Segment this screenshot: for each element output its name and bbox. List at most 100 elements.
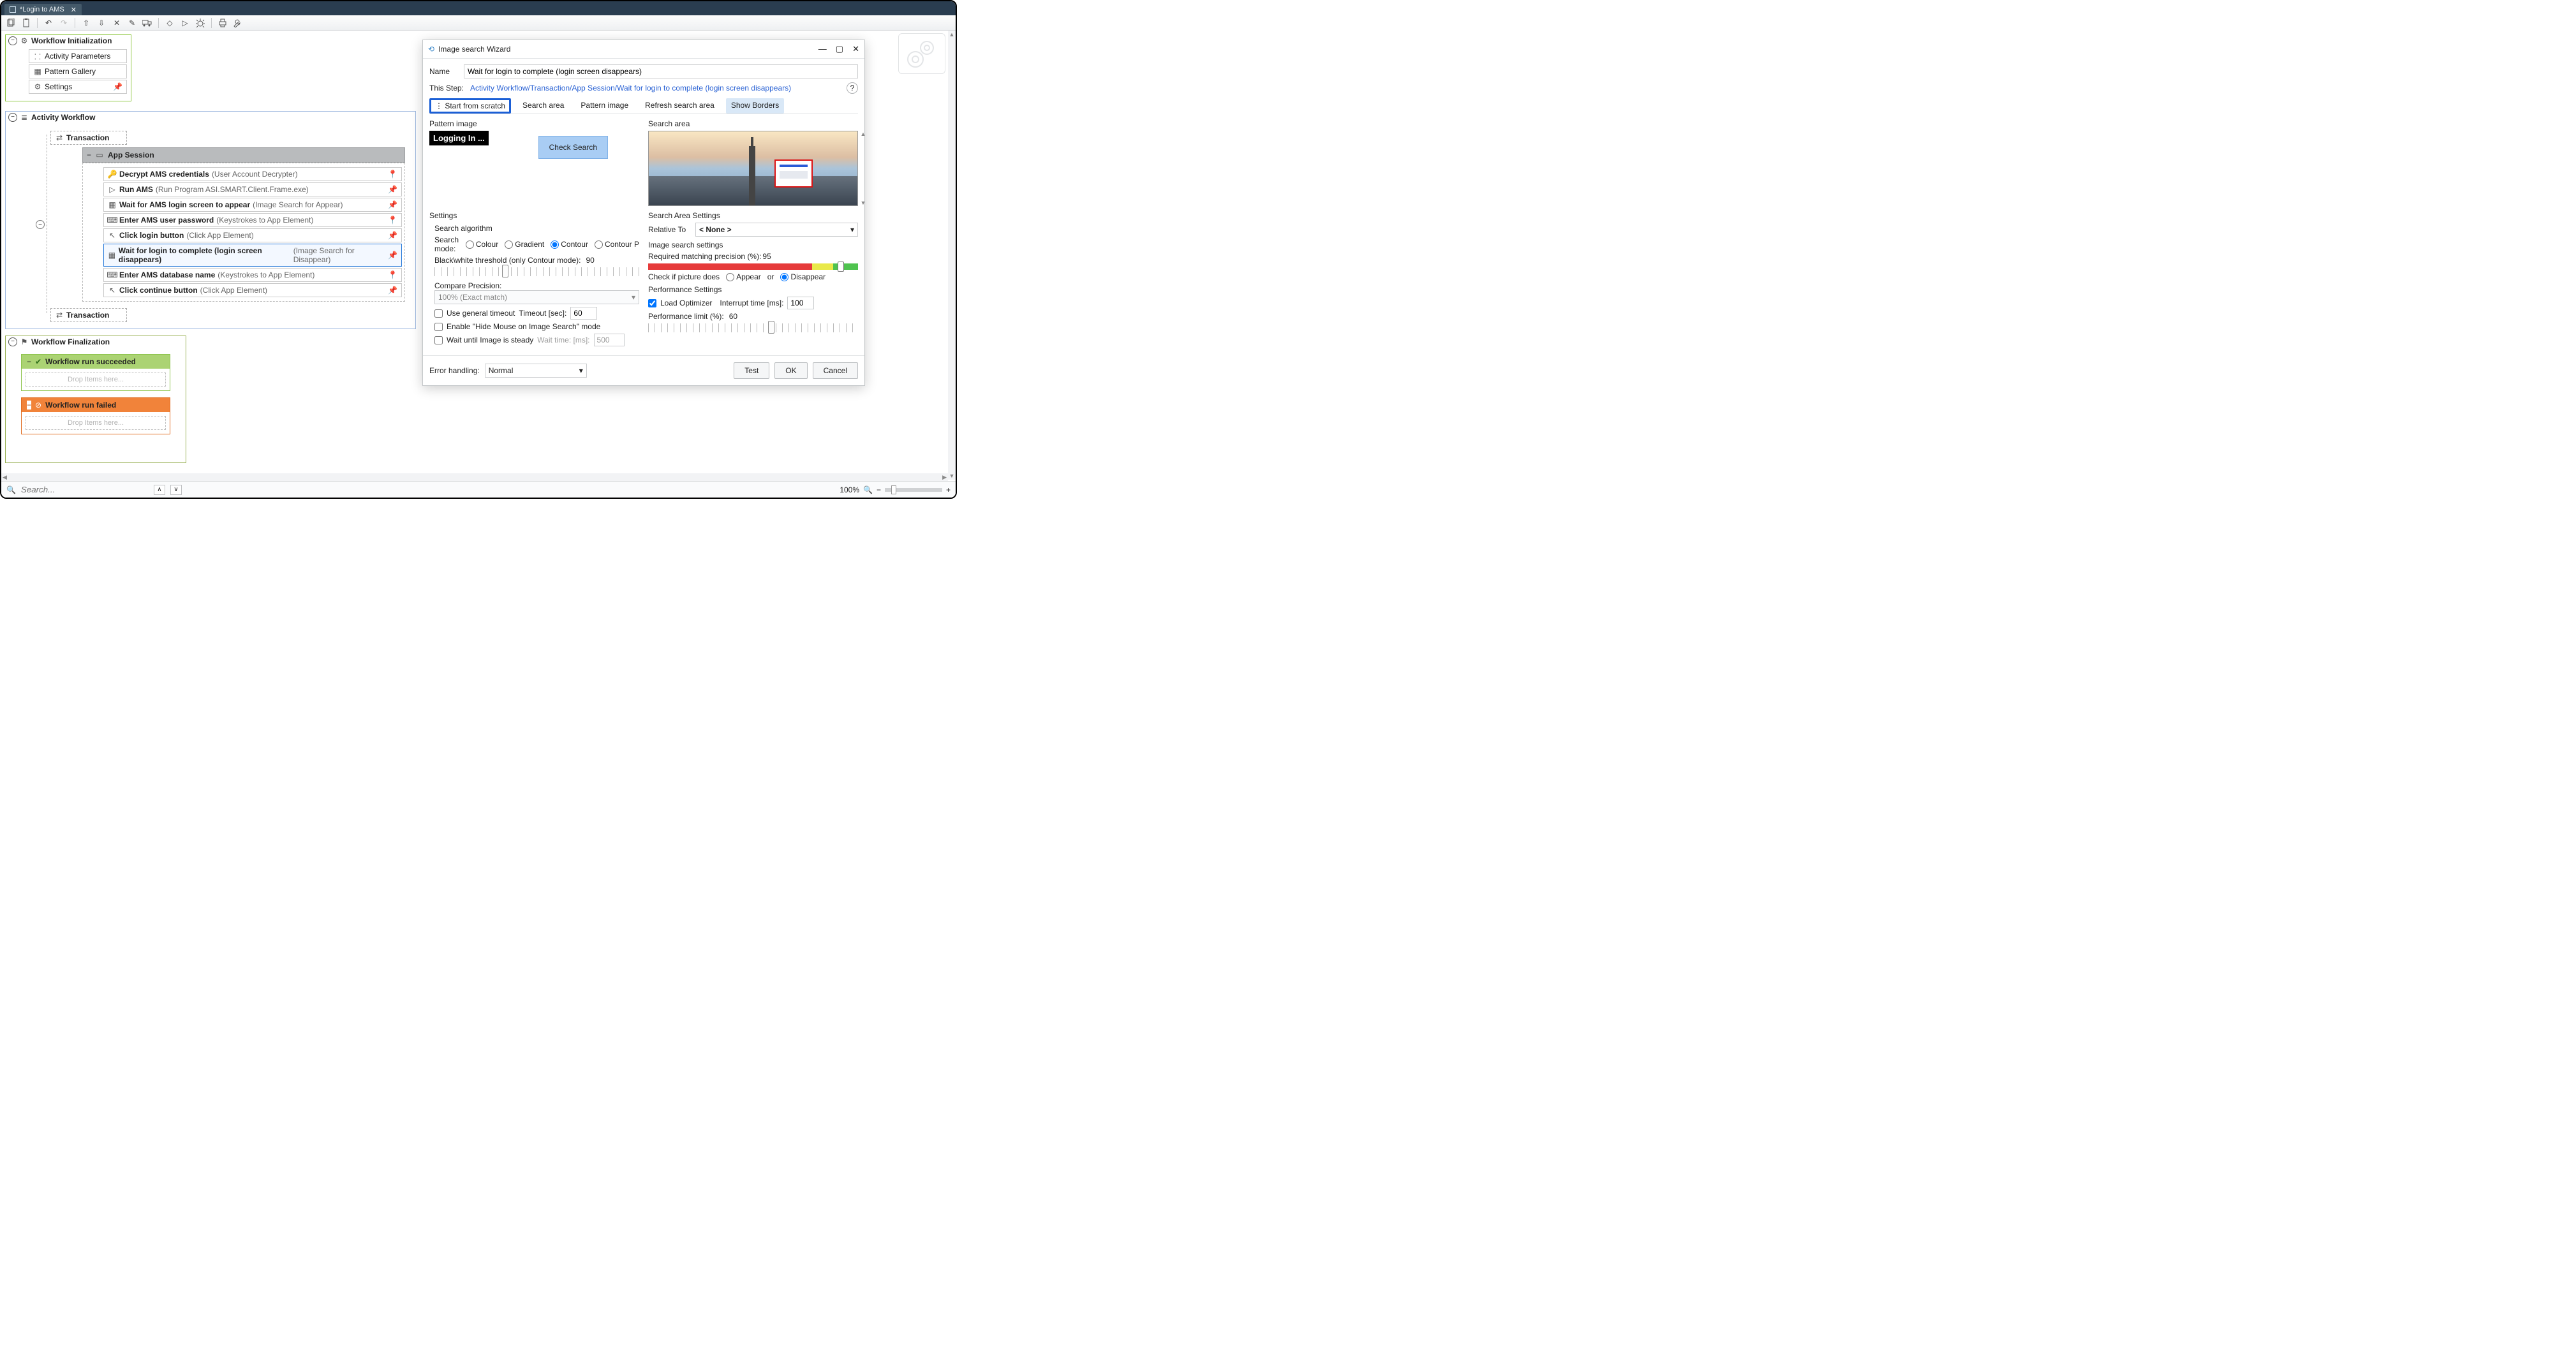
workflow-failed-header[interactable]: − ⊘ Workflow run failed — [22, 398, 170, 412]
drop-zone[interactable]: Drop Items here... — [26, 373, 166, 387]
cancel-button[interactable]: Cancel — [813, 362, 858, 379]
name-input[interactable] — [464, 64, 858, 78]
down-icon[interactable]: ⇩ — [96, 17, 107, 29]
zoom-in-icon[interactable]: + — [946, 485, 951, 494]
delete-icon[interactable]: ✕ — [111, 17, 122, 29]
undo-icon[interactable]: ↶ — [43, 17, 54, 29]
zoom-slider[interactable] — [885, 488, 942, 492]
disappear-radio[interactable]: Disappear — [780, 272, 825, 281]
wait-steady-checkbox[interactable] — [434, 336, 443, 344]
search-next-button[interactable]: ∨ — [170, 485, 182, 495]
pin-icon[interactable]: 📌 — [388, 286, 397, 295]
pattern-gallery-item[interactable]: ▦ Pattern Gallery — [29, 64, 127, 78]
print-icon[interactable] — [217, 17, 228, 29]
collapse-icon[interactable]: − — [8, 113, 17, 122]
pin-icon[interactable]: 📍 — [388, 270, 397, 279]
hide-mouse-checkbox[interactable] — [434, 323, 443, 331]
copy-icon[interactable] — [5, 17, 17, 29]
document-tab[interactable]: *Login to AMS ✕ — [4, 4, 82, 15]
wait-time-input[interactable] — [594, 334, 625, 346]
truck-icon[interactable] — [142, 17, 153, 29]
activity-parameters-item[interactable]: ⸬ Activity Parameters — [29, 49, 127, 63]
timeout-input[interactable] — [570, 307, 597, 320]
canvas-scrollbar-h[interactable]: ◀▶ — [1, 473, 948, 481]
tab-show-borders[interactable]: Show Borders — [726, 98, 784, 114]
required-precision-slider[interactable] — [648, 263, 858, 270]
workflow-step-row[interactable]: ↖Click login button (Click App Element)📌 — [103, 228, 402, 242]
workflow-step-row[interactable]: 🔑Decrypt AMS credentials (User Account D… — [103, 167, 402, 181]
zoom-out-icon[interactable]: − — [877, 485, 881, 494]
minimize-icon[interactable]: — — [818, 44, 827, 54]
bug-icon[interactable] — [195, 17, 206, 29]
error-handling-dropdown[interactable]: Normal▾ — [485, 364, 587, 378]
mode-contour-p[interactable]: Contour P — [595, 240, 639, 249]
connector-dot[interactable]: − — [36, 220, 45, 229]
workflow-final-header[interactable]: − ⚑ Workflow Finalization — [6, 336, 186, 348]
workflow-succeeded-header[interactable]: − ✔ Workflow run succeeded — [22, 355, 170, 369]
play-icon[interactable]: ▷ — [179, 17, 191, 29]
workflow-step-row[interactable]: ⌨Enter AMS database name (Keystrokes to … — [103, 268, 402, 282]
pin-icon[interactable]: 📌 — [388, 251, 397, 260]
transaction-start[interactable]: ⇄ Transaction — [50, 131, 127, 145]
bw-threshold-slider[interactable] — [434, 267, 639, 276]
canvas-scrollbar-v[interactable]: ▲▼ — [948, 31, 956, 480]
workflow-step-row[interactable]: ▦Wait for AMS login screen to appear (Im… — [103, 198, 402, 212]
mode-colour[interactable]: Colour — [466, 240, 498, 249]
collapse-icon[interactable]: − — [27, 357, 31, 366]
redo-icon[interactable]: ↷ — [58, 17, 70, 29]
check-search-button[interactable]: Check Search — [538, 136, 608, 159]
maximize-icon[interactable]: ▢ — [836, 44, 843, 54]
workflow-step-row[interactable]: ↖Click continue button (Click App Elemen… — [103, 283, 402, 297]
workflow-step-row[interactable]: ▦Wait for login to complete (login scree… — [103, 244, 402, 267]
collapse-icon[interactable]: − — [8, 36, 17, 45]
pin-icon[interactable]: 📍 — [388, 216, 397, 225]
collapse-icon[interactable]: − — [27, 401, 31, 410]
step-path-link[interactable]: Activity Workflow/Transaction/App Sessio… — [470, 84, 791, 92]
help-icon[interactable]: ? — [847, 82, 858, 94]
pin-icon[interactable]: 📌 — [388, 185, 397, 194]
tab-close-icon[interactable]: ✕ — [71, 6, 77, 14]
drop-zone[interactable]: Drop Items here... — [26, 416, 166, 430]
app-session-header[interactable]: − ▭ App Session — [82, 147, 405, 163]
zoom-magnifier-icon[interactable]: 🔍 — [863, 485, 873, 494]
search-area-preview[interactable] — [648, 131, 858, 206]
compare-precision-dropdown[interactable]: 100% (Exact match)▾ — [434, 290, 639, 304]
diamond-icon[interactable]: ◇ — [164, 17, 175, 29]
collapse-icon[interactable]: − — [87, 151, 91, 159]
ok-button[interactable]: OK — [774, 362, 807, 379]
appear-radio[interactable]: Appear — [726, 272, 761, 281]
wizard-titlebar[interactable]: ⟲ Image search Wizard — ▢ ✕ — [423, 40, 864, 59]
pin-icon[interactable]: 📌 — [388, 200, 397, 209]
workflow-step-row[interactable]: ⌨Enter AMS user password (Keystrokes to … — [103, 213, 402, 227]
tab-start-from-scratch[interactable]: ⋮ Start from scratch — [429, 98, 511, 114]
mode-contour[interactable]: Contour — [551, 240, 588, 249]
workflow-init-header[interactable]: − ⚙ Workflow Initialization — [6, 35, 131, 47]
test-button[interactable]: Test — [734, 362, 769, 379]
wand-icon[interactable]: ✎ — [126, 17, 138, 29]
mode-gradient[interactable]: Gradient — [505, 240, 544, 249]
tab-pattern-image[interactable]: Pattern image — [575, 98, 633, 114]
settings-item[interactable]: ⚙ Settings 📌 — [29, 80, 127, 94]
load-optimizer-checkbox[interactable] — [648, 299, 656, 307]
performance-limit-slider[interactable] — [648, 323, 858, 332]
search-prev-button[interactable]: ∧ — [154, 485, 165, 495]
collapse-icon[interactable]: − — [8, 337, 17, 346]
pin-icon[interactable]: 📍 — [388, 170, 397, 179]
workflow-step-row[interactable]: ▷Run AMS (Run Program ASI.SMART.Client.F… — [103, 182, 402, 196]
search-area-scrollbar[interactable]: ▲▼ — [859, 131, 867, 206]
paste-icon[interactable] — [20, 17, 32, 29]
use-general-timeout-checkbox[interactable] — [434, 309, 443, 318]
up-icon[interactable]: ⇧ — [80, 17, 92, 29]
activity-workflow-header[interactable]: − ≣ Activity Workflow — [6, 112, 415, 123]
pin-icon[interactable]: 📌 — [388, 231, 397, 240]
wrench-icon[interactable] — [232, 17, 244, 29]
binoculars-icon[interactable]: 🔍 — [6, 485, 16, 494]
search-input[interactable] — [21, 485, 117, 494]
relative-to-dropdown[interactable]: < None >▾ — [695, 223, 858, 237]
tab-refresh-search-area[interactable]: Refresh search area — [640, 98, 720, 114]
interrupt-time-input[interactable] — [787, 297, 814, 309]
tab-search-area[interactable]: Search area — [517, 98, 569, 114]
pin-icon[interactable]: 📌 — [113, 82, 122, 91]
transaction-end[interactable]: ⇄ Transaction — [50, 308, 127, 322]
close-icon[interactable]: ✕ — [852, 44, 859, 54]
